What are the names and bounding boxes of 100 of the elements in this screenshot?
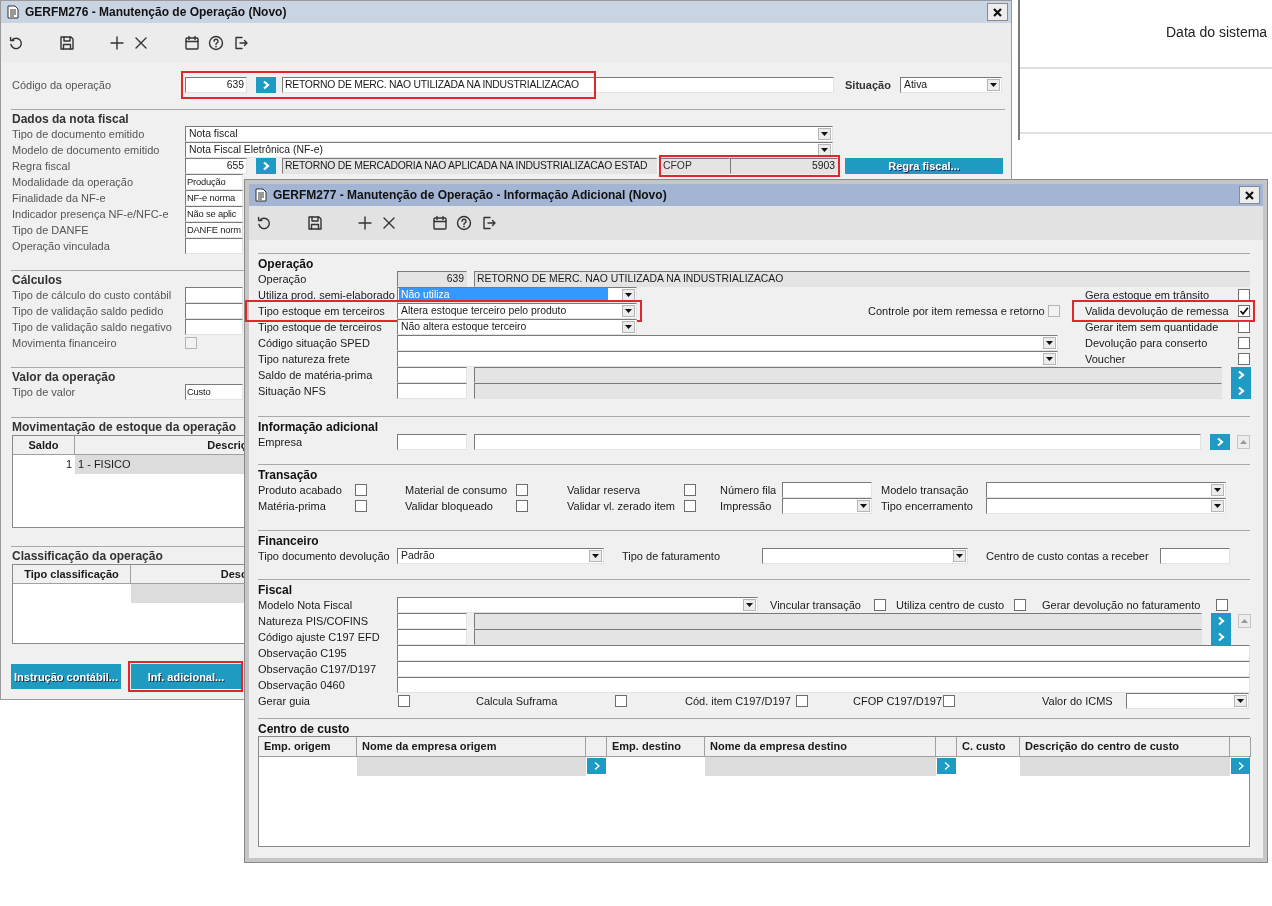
window-title: GERFM277 - Manutenção de Operação - Informação Adicional (Novo) xyxy=(273,188,667,202)
input-field[interactable] xyxy=(397,434,467,450)
add-icon[interactable] xyxy=(357,215,373,231)
checkbox[interactable] xyxy=(355,500,367,512)
input-field[interactable]: DANFE norm xyxy=(185,222,243,238)
input-field[interactable]: RETORNO DE MERC. NAO UTILIZADA NA INDUSTRIALIZACAO xyxy=(474,271,1250,287)
checkbox[interactable] xyxy=(684,500,696,512)
input-field[interactable]: Não se aplic xyxy=(185,206,243,222)
field-label: Código ajuste C197 EFD xyxy=(258,630,381,644)
save-icon[interactable] xyxy=(307,215,323,231)
dropdown[interactable] xyxy=(397,335,1058,351)
x-icon[interactable] xyxy=(381,215,397,231)
checkbox[interactable] xyxy=(874,599,886,611)
input-field[interactable]: Custo xyxy=(185,384,243,400)
input-field[interactable] xyxy=(185,303,243,319)
checkbox[interactable] xyxy=(1238,337,1250,349)
input-field[interactable] xyxy=(474,629,1202,645)
input-field[interactable] xyxy=(397,661,1250,677)
dropdown[interactable] xyxy=(397,597,758,613)
scroll-up-button[interactable] xyxy=(1237,435,1250,449)
field-label: Valor do ICMS xyxy=(1042,694,1114,708)
input-field[interactable] xyxy=(397,367,467,383)
dropdown[interactable]: Ativa xyxy=(900,77,1002,93)
input-field[interactable] xyxy=(1160,548,1230,564)
checkbox[interactable] xyxy=(684,484,696,496)
input-field[interactable] xyxy=(397,677,1250,693)
lookup-button[interactable] xyxy=(1231,383,1251,399)
dropdown[interactable] xyxy=(762,548,968,564)
checkbox[interactable] xyxy=(516,500,528,512)
checkbox[interactable] xyxy=(355,484,367,496)
input-field[interactable]: 5903 xyxy=(730,158,838,174)
lookup-button[interactable] xyxy=(587,758,606,774)
input-field[interactable]: 655 xyxy=(185,158,247,174)
input-field[interactable] xyxy=(185,319,243,335)
checkbox-label: Devolução para conserto xyxy=(1085,336,1209,350)
checkbox[interactable] xyxy=(943,695,955,707)
help-icon[interactable] xyxy=(456,215,472,231)
dropdown[interactable] xyxy=(1126,693,1249,709)
checkbox[interactable] xyxy=(796,695,808,707)
input-field[interactable] xyxy=(185,287,243,303)
checkbox[interactable] xyxy=(1216,599,1228,611)
lookup-button[interactable] xyxy=(937,758,956,774)
checkbox[interactable] xyxy=(1238,305,1250,317)
input-field[interactable] xyxy=(185,238,243,254)
checkbox[interactable] xyxy=(398,695,410,707)
caret-icon xyxy=(625,293,632,297)
input-field[interactable]: 639 xyxy=(185,77,247,93)
input-field[interactable] xyxy=(397,383,467,399)
dropdown[interactable]: Não altera estoque terceiro xyxy=(397,319,637,335)
close-button[interactable] xyxy=(987,3,1008,21)
input-field[interactable]: RETORNO DE MERC. NAO UTILIZADA NA INDUSTRIALIZACAO xyxy=(282,77,834,93)
field-label: Modelo Nota Fiscal xyxy=(258,598,354,612)
calendar-icon[interactable] xyxy=(184,35,200,51)
checkbox[interactable] xyxy=(1238,321,1250,333)
dropdown[interactable] xyxy=(986,498,1226,514)
refresh-icon[interactable] xyxy=(8,35,24,51)
checkbox[interactable] xyxy=(615,695,627,707)
dropdown[interactable]: Nota Fiscal Eletrônica (NF-e) xyxy=(185,142,833,158)
refresh-icon[interactable] xyxy=(256,215,272,231)
calendar-icon[interactable] xyxy=(432,215,448,231)
lookup-button[interactable] xyxy=(1211,613,1231,629)
checkbox[interactable] xyxy=(1014,599,1026,611)
dropdown[interactable] xyxy=(397,351,1058,367)
lookup-button[interactable] xyxy=(256,77,276,93)
exit-icon[interactable] xyxy=(233,35,249,51)
close-button[interactable] xyxy=(1239,186,1260,204)
caret-icon xyxy=(956,554,963,558)
chevron-icon xyxy=(1215,437,1225,447)
input-field[interactable]: NF-e norma xyxy=(185,190,243,206)
input-field[interactable] xyxy=(782,482,872,498)
checkbox-label: Gerar guia xyxy=(258,694,311,708)
dropdown[interactable] xyxy=(986,482,1226,498)
lookup-button[interactable] xyxy=(1231,758,1250,774)
exit-icon[interactable] xyxy=(481,215,497,231)
add-icon[interactable] xyxy=(109,35,125,51)
input-field[interactable] xyxy=(474,383,1222,399)
lookup-button[interactable] xyxy=(1210,434,1230,450)
dropdown[interactable]: Nota fiscal xyxy=(185,126,833,142)
input-field[interactable] xyxy=(474,613,1202,629)
help-icon[interactable] xyxy=(208,35,224,51)
input-field[interactable] xyxy=(397,613,467,629)
input-field[interactable]: RETORNO DE MERCADORIA NAO APLICADA NA INDUSTRIALIZACAO ESTAD xyxy=(282,158,657,174)
input-field[interactable] xyxy=(474,367,1222,383)
dropdown[interactable] xyxy=(782,498,872,514)
checkbox[interactable] xyxy=(1238,353,1250,365)
lookup-button[interactable] xyxy=(256,158,276,174)
x-icon[interactable] xyxy=(133,35,149,51)
checkbox[interactable] xyxy=(516,484,528,496)
lookup-button[interactable] xyxy=(1211,629,1231,645)
input-field[interactable] xyxy=(397,645,1250,661)
dropdown[interactable]: Padrão xyxy=(397,548,604,564)
input-field[interactable]: 639 xyxy=(397,271,467,287)
input-field[interactable]: Produção xyxy=(185,174,243,190)
input-field[interactable] xyxy=(397,629,467,645)
scroll-up-button[interactable] xyxy=(1238,614,1251,628)
save-icon[interactable] xyxy=(59,35,75,51)
dropdown[interactable]: Altera estoque terceiro pelo produto xyxy=(397,303,637,319)
checkbox[interactable] xyxy=(1238,289,1250,301)
lookup-button[interactable] xyxy=(1231,367,1251,383)
input-field[interactable] xyxy=(474,434,1201,450)
